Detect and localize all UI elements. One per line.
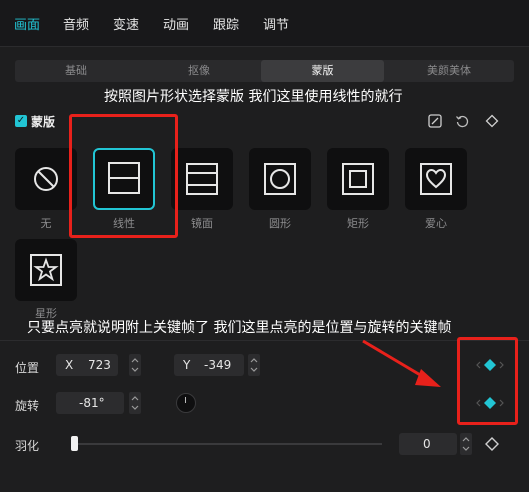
mask-mirror[interactable] [171, 148, 233, 210]
mask-label-none: 无 [40, 217, 52, 230]
highlight-box-linear [69, 114, 178, 238]
position-x-field[interactable]: X 723 [56, 354, 118, 376]
mask-rectangle[interactable] [327, 148, 389, 210]
tab-speed[interactable]: 变速 [113, 14, 139, 33]
mask-label-mirror: 镜面 [191, 217, 213, 230]
position-y-value: -349 [204, 358, 232, 372]
heart-icon [420, 163, 452, 195]
reset-icon[interactable] [455, 113, 469, 128]
section-title: 蒙版 [31, 115, 56, 129]
position-y-key: Y [183, 358, 191, 372]
rotation-label: 旋转 [15, 399, 40, 413]
feather-slider-track[interactable] [74, 443, 382, 445]
top-tab-bar: 画面 音频 变速 动画 跟踪 调节 [0, 0, 529, 47]
mask-enable-checkbox[interactable]: ✓ [15, 115, 27, 127]
position-x-key: X [65, 358, 74, 372]
feather-value: 0 [423, 437, 431, 451]
mask-panel-window: 画面 音频 变速 动画 跟踪 调节 基础 抠像 蒙版 美颜美体 按照图片形状选择… [0, 0, 529, 492]
feather-value-field[interactable]: 0 [399, 433, 457, 455]
rotation-field[interactable]: -81° [56, 392, 124, 414]
position-y-field[interactable]: Y -349 [174, 354, 244, 376]
subtab-beauty[interactable]: 美颜美体 [384, 60, 514, 82]
annotation-arrow-icon [362, 339, 441, 387]
tab-audio[interactable]: 音频 [63, 14, 89, 33]
tab-tracking[interactable]: 跟踪 [213, 14, 239, 33]
tab-picture[interactable]: 画面 [14, 14, 40, 33]
feather-label: 羽化 [15, 439, 40, 453]
mirror-icon [186, 163, 218, 195]
mask-heart[interactable] [405, 148, 467, 210]
mask-circle[interactable] [249, 148, 311, 210]
rectangle-icon [342, 163, 374, 195]
mask-label-circle: 圆形 [269, 217, 291, 230]
mask-label-heart: 爱心 [425, 217, 447, 230]
tab-animation[interactable]: 动画 [163, 14, 189, 33]
sub-tab-bar: 基础 抠像 蒙版 美颜美体 [15, 60, 514, 82]
subtab-basic[interactable]: 基础 [15, 60, 137, 82]
feather-stepper[interactable] [460, 433, 472, 455]
highlight-box-keyframes [457, 337, 518, 425]
mask-keyframe-diamond-icon[interactable] [485, 113, 499, 128]
feather-slider-thumb[interactable] [71, 436, 78, 451]
mask-label-rectangle: 矩形 [347, 217, 369, 230]
rotation-value: -81° [79, 396, 105, 410]
feather-keyframe-diamond-icon[interactable] [478, 433, 506, 455]
position-x-value: 723 [88, 358, 111, 372]
position-y-stepper[interactable] [248, 354, 260, 376]
mask-star[interactable] [15, 239, 77, 301]
position-label: 位置 [15, 361, 40, 375]
mask-none[interactable] [15, 148, 77, 210]
rotation-dial[interactable] [176, 393, 196, 413]
annotation-middle: 只要点亮就说明附上关键帧了 我们这里点亮的是位置与旋转的关键帧 [27, 320, 452, 336]
tab-adjust[interactable]: 调节 [263, 14, 289, 33]
star-icon [30, 254, 62, 286]
position-x-stepper[interactable] [129, 354, 141, 376]
circle-icon [264, 163, 296, 195]
subtab-mask[interactable]: 蒙版 [261, 60, 384, 82]
image-icon[interactable] [428, 113, 442, 128]
annotation-top: 按照图片形状选择蒙版 我们这里使用线性的就行 [104, 89, 403, 105]
none-icon [34, 167, 58, 191]
rotation-stepper[interactable] [129, 392, 141, 414]
subtab-cutout[interactable]: 抠像 [137, 60, 261, 82]
